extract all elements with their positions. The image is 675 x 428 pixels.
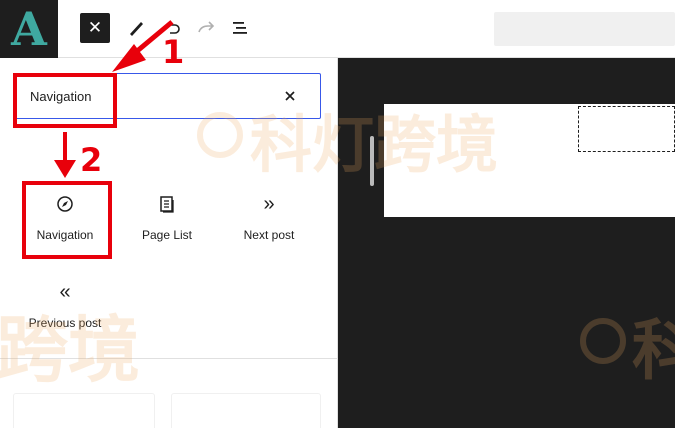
close-icon	[285, 91, 295, 101]
editor-canvas	[338, 58, 675, 428]
block-search-value: Navigation	[30, 89, 92, 104]
site-logo-letter: A	[11, 2, 47, 56]
page-list-icon	[160, 196, 174, 213]
block-item-label: Navigation	[36, 228, 94, 242]
block-placeholder[interactable]	[578, 106, 675, 152]
section-divider	[0, 358, 337, 359]
next-post-icon: »	[263, 192, 275, 215]
redo-button[interactable]	[192, 14, 220, 42]
pen-icon	[130, 22, 143, 36]
site-logo[interactable]: A	[0, 0, 58, 58]
block-item-page-list[interactable]: Page List	[119, 186, 215, 264]
block-item-navigation[interactable]: Navigation	[17, 186, 113, 264]
clear-search-button[interactable]	[278, 84, 302, 108]
canvas-block[interactable]	[384, 104, 675, 217]
previous-post-icon: «	[59, 280, 71, 303]
block-item-next-post[interactable]: » Next post	[221, 186, 317, 264]
block-item-label: Page List	[141, 228, 193, 242]
editor-root: A ✕ Navigation Navigation Page List » Ne…	[0, 0, 675, 428]
close-inserter-button[interactable]: ✕	[80, 13, 110, 43]
undo-icon	[167, 24, 180, 34]
resize-handle[interactable]	[370, 136, 374, 186]
close-icon: ✕	[87, 18, 103, 37]
editor-top-bar: A ✕	[0, 0, 675, 58]
list-view-icon	[233, 22, 247, 34]
pattern-card[interactable]	[172, 394, 320, 428]
undo-button[interactable]	[158, 14, 186, 42]
command-palette-bar[interactable]	[494, 12, 675, 46]
tools-button[interactable]	[122, 14, 150, 42]
block-item-label: Previous post	[28, 316, 102, 330]
block-inserter-panel: Navigation Navigation Page List » Next p…	[0, 58, 338, 428]
navigation-compass-icon	[57, 196, 73, 212]
block-item-label: Next post	[243, 228, 295, 242]
block-item-previous-post[interactable]: « Previous post	[17, 274, 113, 352]
block-search-input[interactable]: Navigation	[13, 73, 321, 119]
pattern-card[interactable]	[14, 394, 154, 428]
redo-icon	[198, 21, 215, 33]
list-view-button[interactable]	[226, 14, 254, 42]
